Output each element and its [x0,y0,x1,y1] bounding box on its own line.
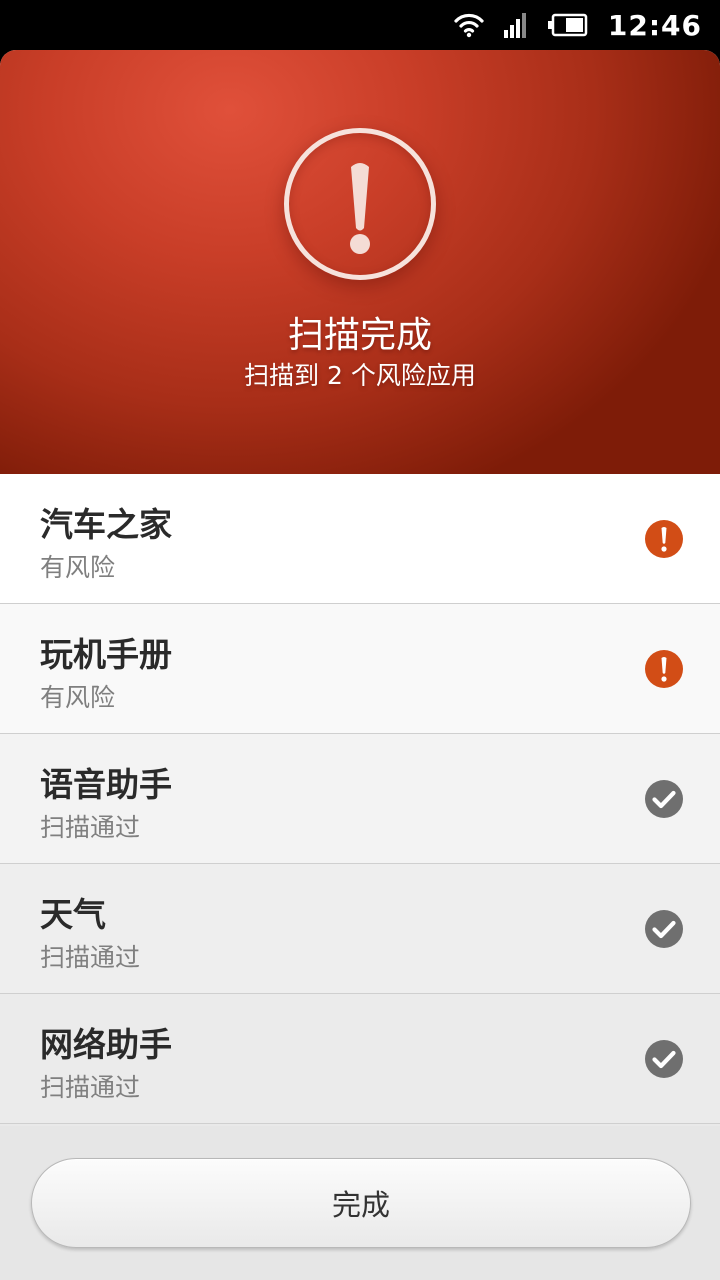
scan-title: 扫描完成 [287,315,432,356]
risk-icon [645,650,683,688]
app-name: 网络助手 [40,1025,172,1064]
check-icon [645,780,683,818]
app-status: 扫描通过 [40,1073,141,1102]
app-name: 玩机手册 [40,635,172,674]
battery-icon [547,13,588,37]
scan-summary-header: 扫描完成 扫描到 2 个风险应用 [0,50,720,474]
app-list: 汽车之家 有风险 玩机手册 有风险 语音助手 扫描通过 天气 扫描通过 网络助手… [0,474,720,1124]
status-bar: 12:46 [0,0,720,50]
wifi-icon [454,13,484,38]
app-status: 扫描通过 [40,943,141,972]
app-status: 有风险 [40,683,116,712]
clock: 12:46 [607,8,702,42]
app-name: 语音助手 [40,765,172,804]
app-status: 扫描通过 [40,813,141,842]
list-item[interactable]: 语音助手 扫描通过 [0,734,720,864]
list-item[interactable]: 网络助手 扫描通过 [0,994,720,1124]
screen: 12:46 扫描完成 扫描到 2 个风险应用 汽车之家 有风险 玩机手册 有风险… [0,0,720,1280]
check-icon [645,910,683,948]
list-item[interactable]: 玩机手册 有风险 [0,604,720,734]
warning-icon [284,128,436,280]
list-item[interactable]: 天气 扫描通过 [0,864,720,994]
app-name: 汽车之家 [40,505,172,544]
scan-result-panel: 扫描完成 扫描到 2 个风险应用 汽车之家 有风险 玩机手册 有风险 语音助手 … [0,50,720,1280]
app-status: 有风险 [40,553,116,582]
footer: 完成 [0,1126,720,1280]
app-name: 天气 [40,895,106,934]
list-item[interactable]: 汽车之家 有风险 [0,474,720,604]
scan-subtitle: 扫描到 2 个风险应用 [244,361,476,390]
status-icons: 12:46 [434,0,702,50]
signal-icon [503,13,526,38]
risk-icon [645,520,683,558]
done-button[interactable]: 完成 [31,1158,691,1248]
check-icon [645,1040,683,1078]
